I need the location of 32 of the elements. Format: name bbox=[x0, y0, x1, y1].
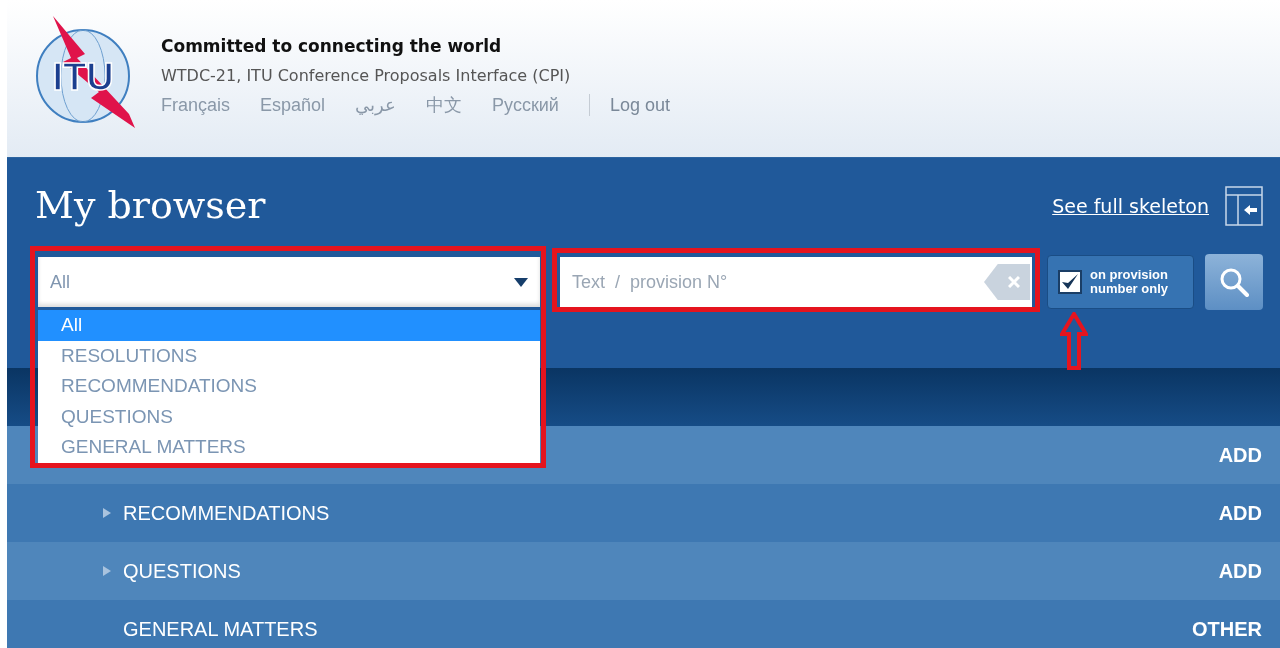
dropdown-option[interactable]: All bbox=[38, 310, 540, 341]
annotation-arrow bbox=[1060, 312, 1088, 370]
row-action-link[interactable]: OTHER bbox=[1192, 614, 1262, 644]
checkbox[interactable] bbox=[1058, 270, 1082, 294]
language-link[interactable]: Русский bbox=[492, 91, 559, 119]
search-field[interactable]: Text / provision N° bbox=[560, 257, 1032, 307]
language-link[interactable]: عربي bbox=[355, 91, 397, 119]
row-label[interactable]: GENERAL MATTERS bbox=[123, 614, 318, 644]
skeleton-link[interactable]: See full skeleton bbox=[1052, 191, 1209, 221]
caret-icon bbox=[514, 277, 528, 287]
tagline: Committed to connecting the world bbox=[161, 35, 503, 58]
provision-toggle[interactable]: on provision number only bbox=[1047, 255, 1194, 309]
language-link[interactable]: 中文 bbox=[426, 91, 463, 119]
search-icon bbox=[1219, 267, 1249, 297]
logout-link[interactable]: Log out bbox=[609, 91, 670, 119]
dropdown-option[interactable]: QUESTIONS bbox=[38, 401, 540, 432]
search-button[interactable] bbox=[1205, 254, 1263, 310]
row-label[interactable]: RECOMMENDATIONS bbox=[123, 498, 330, 528]
language-link[interactable]: Français bbox=[161, 91, 231, 119]
row-action-link[interactable]: ADD bbox=[1218, 498, 1262, 528]
dropdown-option[interactable]: RESOLUTIONS bbox=[38, 340, 540, 371]
filter-dropdown[interactable]: All bbox=[38, 257, 540, 307]
row-action-link[interactable]: ADD bbox=[1218, 556, 1262, 586]
dropdown-option[interactable]: GENERAL MATTERS bbox=[38, 432, 540, 463]
skeleton-panel-icon[interactable] bbox=[1225, 186, 1263, 226]
row-label[interactable]: QUESTIONS bbox=[123, 556, 241, 586]
language-link[interactable]: Español bbox=[260, 91, 326, 119]
subtitle: WTDC-21, ITU Conference Proposals Interface (CPI) bbox=[161, 64, 572, 87]
expand-icon[interactable] bbox=[103, 508, 111, 518]
expand-icon[interactable] bbox=[103, 566, 111, 576]
row-action-link[interactable]: ADD bbox=[1218, 440, 1262, 470]
close-icon bbox=[1008, 276, 1020, 288]
